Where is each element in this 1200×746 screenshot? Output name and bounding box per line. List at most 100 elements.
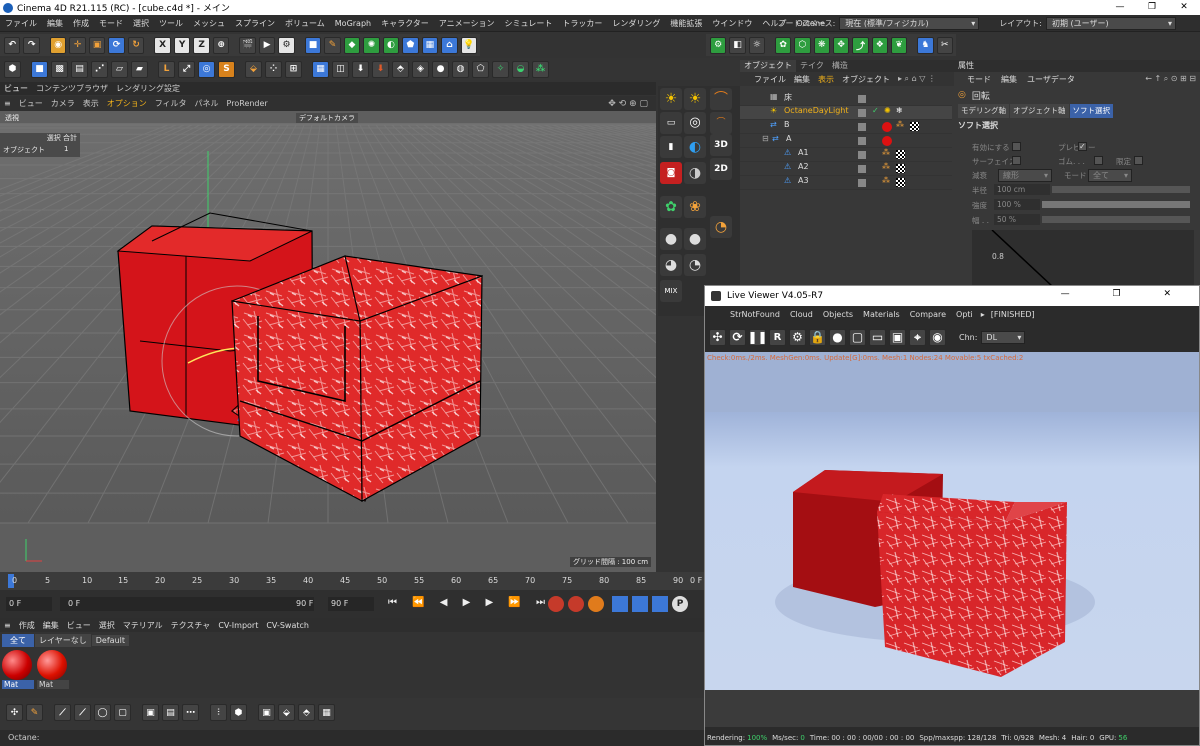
- uv-tag-icon[interactable]: [896, 164, 905, 173]
- material-swatch-2[interactable]: Mat: [37, 650, 69, 692]
- recent-tool-icon[interactable]: ↻: [127, 36, 145, 54]
- menu-spline[interactable]: スプライン: [230, 18, 280, 29]
- obj-menu-objects[interactable]: オブジェクト: [838, 74, 894, 85]
- cv-tool-9-icon[interactable]: ⋯: [182, 704, 199, 721]
- menu-file[interactable]: ファイル: [0, 18, 42, 29]
- octane-camera-red-icon[interactable]: ◙: [660, 162, 682, 184]
- render-picture-viewer-icon[interactable]: ▶: [258, 36, 276, 54]
- expand-icon[interactable]: ⊟: [762, 134, 769, 143]
- render-view[interactable]: Check:0ms./2ms. MeshGen:0ms. Update[G]:0…: [705, 352, 1199, 727]
- mix-material-icon[interactable]: MIX: [660, 280, 682, 302]
- width-field[interactable]: 50 %: [994, 214, 1040, 225]
- mat-menu-material[interactable]: マテリアル: [119, 620, 167, 631]
- lv-menu-materials[interactable]: Materials: [858, 310, 905, 319]
- viewport-solo-icon[interactable]: ▦: [312, 60, 329, 78]
- keyframe-selection-icon[interactable]: [588, 596, 604, 612]
- auto-key-icon[interactable]: [568, 596, 584, 612]
- sphere-material-2-icon[interactable]: ●: [684, 228, 706, 250]
- cv-tool-11-icon[interactable]: ⬢: [230, 704, 247, 721]
- polygon-mode-icon[interactable]: ▰: [131, 60, 148, 78]
- layer-swatch[interactable]: [858, 137, 866, 145]
- record-icon[interactable]: [548, 596, 564, 612]
- vp-menu-prorender[interactable]: ProRender: [223, 99, 272, 108]
- cv-tool-7-icon[interactable]: ▣: [142, 704, 159, 721]
- lv-gear-icon[interactable]: ⚙: [789, 328, 806, 346]
- viewport-nav-icons[interactable]: ✥ ⟲ ⊕ ▢: [604, 99, 652, 109]
- octane-object-2-icon[interactable]: ⬡: [794, 36, 811, 54]
- object-row-a[interactable]: ⊟ ⇄ A: [740, 134, 952, 148]
- viewport-menu-icon[interactable]: ≡: [0, 99, 15, 108]
- tab-objects[interactable]: オブジェクト: [740, 60, 796, 72]
- nodespace-dropdown[interactable]: 現在 (標準/フィジカル): [839, 17, 980, 30]
- camera-icon[interactable]: ⌂: [441, 36, 458, 54]
- tweak-mode-icon[interactable]: ⤢: [178, 60, 195, 78]
- start-frame-field[interactable]: 0 F: [60, 597, 314, 611]
- playback-controls[interactable]: ⏮ ⏪ ◀ ▶ ▶ ⏩ ⏭: [388, 597, 551, 608]
- undo-icon[interactable]: ↶: [4, 36, 21, 54]
- lv-menu-compare[interactable]: Compare: [905, 310, 951, 319]
- menu-mesh[interactable]: メッシュ: [188, 18, 230, 29]
- scatter-icon[interactable]: ✿: [660, 196, 682, 218]
- vp-menu-panel[interactable]: パネル: [191, 98, 223, 109]
- scale-icon[interactable]: ▣: [88, 36, 106, 54]
- menu-tracker[interactable]: トラッカー: [557, 18, 607, 29]
- obj-menu-view[interactable]: 表示: [814, 74, 838, 85]
- cv-tool-4-icon[interactable]: ⟋: [74, 704, 91, 721]
- octane-object-4-icon[interactable]: ✥: [832, 36, 850, 54]
- octane-tool-icon[interactable]: ✂: [936, 36, 953, 54]
- ring-select-icon[interactable]: ◒: [512, 60, 529, 78]
- uv-tag-icon[interactable]: [896, 150, 905, 159]
- uv-tag-icon[interactable]: [896, 178, 905, 187]
- object-row-b[interactable]: ⇄ B ⁂: [740, 120, 952, 134]
- magnet-2-icon[interactable]: ⌒: [710, 112, 732, 134]
- lv-film-icon[interactable]: ▭: [869, 328, 886, 346]
- rotate-icon[interactable]: ⟳: [108, 36, 125, 54]
- menu-create[interactable]: 作成: [68, 18, 94, 29]
- octane-object-3-icon[interactable]: ❋: [813, 36, 830, 54]
- render-view-icon[interactable]: 🎬: [239, 36, 256, 54]
- solo-mode-icon[interactable]: ◎: [198, 60, 215, 78]
- cluster-icon[interactable]: ⁂: [532, 60, 549, 78]
- pen-spline-icon[interactable]: ✎: [324, 36, 341, 54]
- texture-tag-icon[interactable]: ⁂: [882, 176, 890, 185]
- vp-menu-filter[interactable]: フィルタ: [151, 98, 191, 109]
- menu-window[interactable]: ウインドウ: [707, 18, 757, 29]
- menu-tools[interactable]: ツール: [154, 18, 188, 29]
- mat-menu-cv-import[interactable]: CV-Import: [214, 621, 262, 630]
- obj-menu-edit[interactable]: 編集: [790, 74, 814, 85]
- menu-character[interactable]: キャラクター: [376, 18, 434, 29]
- object-row-daylight[interactable]: ☀ OctaneDayLight ✓ ✺ ❄: [740, 106, 952, 120]
- lv-menu-more-icon[interactable]: ▸: [978, 310, 988, 319]
- strength-slider[interactable]: [1042, 201, 1190, 208]
- vp-menu-camera[interactable]: カメラ: [47, 98, 79, 109]
- octane-object-1-icon[interactable]: ✿: [774, 36, 792, 54]
- cv-tool-3-icon[interactable]: ⟋: [54, 704, 71, 721]
- texture-tag-icon[interactable]: ⁂: [882, 162, 890, 171]
- z-axis-button[interactable]: Z: [193, 36, 210, 54]
- layout-dropdown[interactable]: 初期 (ユーザー): [1046, 17, 1176, 30]
- layer-swatch[interactable]: [858, 95, 866, 103]
- maximize-icon[interactable]: ❐: [1136, 0, 1168, 15]
- symmetry-icon[interactable]: ◫: [332, 60, 349, 78]
- filter-no-layer[interactable]: レイヤーなし: [35, 633, 91, 647]
- loop-select-icon[interactable]: ✧: [492, 60, 509, 78]
- mode-dropdown[interactable]: 全て: [1088, 169, 1132, 182]
- cv-tool-12-icon[interactable]: ▣: [258, 704, 275, 721]
- sphere-material-4-icon[interactable]: ◔: [684, 254, 706, 276]
- edge-mode-icon[interactable]: ▱: [111, 60, 128, 78]
- make-editable-icon[interactable]: ⬢: [4, 60, 21, 78]
- tab-soft-selection[interactable]: ソフト選択: [1069, 104, 1113, 118]
- cv-tool-13-icon[interactable]: ⬙: [278, 704, 295, 721]
- layer-swatch[interactable]: [858, 179, 866, 187]
- texture-mode-icon[interactable]: ▩: [51, 60, 68, 78]
- lv-window-controls[interactable]: — ❐ ✕: [1061, 289, 1191, 299]
- width-slider[interactable]: [1042, 216, 1190, 223]
- position-key-icon[interactable]: [612, 596, 628, 612]
- lv-render-region-icon[interactable]: R: [769, 328, 786, 346]
- drop-to-floor-icon[interactable]: ⬇: [352, 60, 369, 78]
- cv-tool-1-icon[interactable]: ✣: [6, 704, 23, 721]
- octane-material-icon[interactable]: ♞: [917, 36, 934, 54]
- coordinate-system-icon[interactable]: ⊕: [212, 36, 230, 54]
- texture-tag-icon[interactable]: ⁂: [882, 148, 890, 157]
- strength-field[interactable]: 100 %: [994, 199, 1040, 210]
